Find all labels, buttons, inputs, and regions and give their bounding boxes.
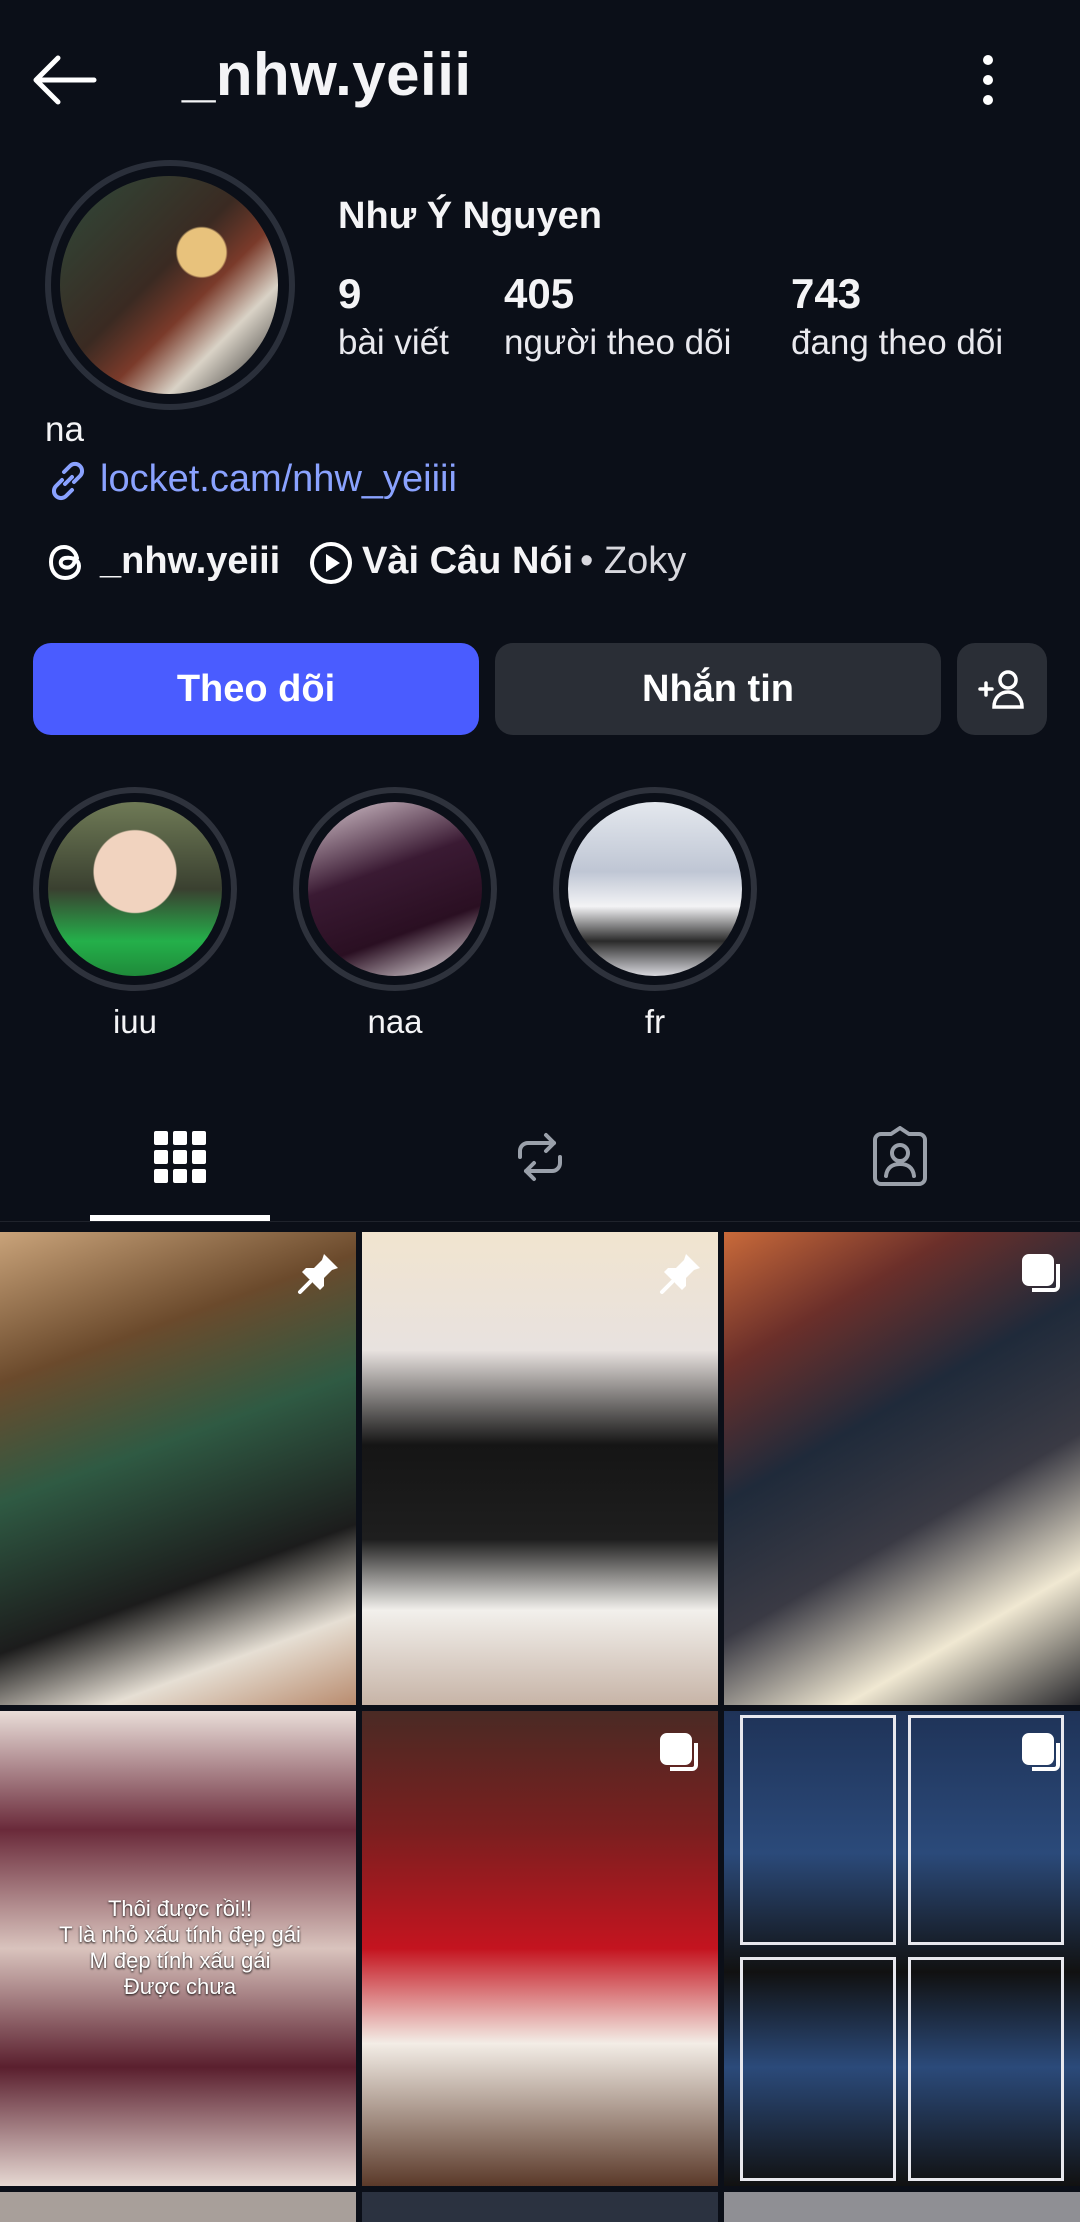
post-caption-overlay: Thôi được rồi!! T là nhỏ xấu tính đẹp gá… xyxy=(59,1896,301,1999)
posts-count[interactable]: 9 xyxy=(338,270,361,318)
highlight-label[interactable]: fr xyxy=(553,1003,757,1041)
threads-icon[interactable] xyxy=(45,538,89,586)
carousel-icon xyxy=(1022,1733,1060,1771)
profile-username: _nhw.yeiii xyxy=(182,41,472,108)
post-thumbnail[interactable] xyxy=(362,2192,718,2222)
pin-icon xyxy=(298,1254,338,1294)
tab-reposts[interactable] xyxy=(480,1112,600,1202)
post-thumbnail[interactable] xyxy=(724,1711,1080,2186)
photo-strip-panel xyxy=(740,1715,896,1945)
repost-icon xyxy=(518,1133,562,1181)
carousel-icon xyxy=(660,1733,698,1771)
post-thumbnail[interactable] xyxy=(0,2192,356,2222)
more-options-icon[interactable] xyxy=(968,48,1008,112)
photo-strip-panel xyxy=(740,1957,896,2181)
grid-icon xyxy=(154,1131,206,1183)
highlight-label[interactable]: iuu xyxy=(33,1003,237,1041)
tagged-person-icon xyxy=(873,1126,927,1186)
bio-text: na xyxy=(45,410,84,449)
suggest-users-button[interactable] xyxy=(957,643,1047,735)
play-icon[interactable] xyxy=(308,540,354,586)
pin-icon xyxy=(660,1254,700,1294)
following-label[interactable]: đang theo dõi xyxy=(791,323,1003,363)
post-thumbnail[interactable] xyxy=(362,1711,718,2186)
followers-label[interactable]: người theo dõi xyxy=(504,323,731,363)
avatar[interactable] xyxy=(60,176,278,394)
tab-posts-grid[interactable] xyxy=(120,1112,240,1202)
music-title[interactable]: Vài Câu Nói xyxy=(362,540,573,583)
posts-label[interactable]: bài viết xyxy=(338,323,449,363)
post-thumbnail[interactable] xyxy=(362,1232,718,1705)
post-thumbnail[interactable] xyxy=(724,2192,1080,2222)
following-count[interactable]: 743 xyxy=(791,270,861,318)
tab-tagged[interactable] xyxy=(840,1112,960,1202)
threads-handle[interactable]: _nhw.yeiii xyxy=(100,540,280,583)
followers-count[interactable]: 405 xyxy=(504,270,574,318)
post-thumbnail[interactable] xyxy=(0,1232,356,1705)
highlight-cover-iuu[interactable] xyxy=(48,802,222,976)
highlight-label[interactable]: naa xyxy=(293,1003,497,1041)
highlight-cover-fr[interactable] xyxy=(568,802,742,976)
carousel-icon xyxy=(1022,1254,1060,1292)
highlight-cover-naa[interactable] xyxy=(308,802,482,976)
back-arrow-icon[interactable] xyxy=(28,50,108,110)
music-artist[interactable]: • Zoky xyxy=(580,540,686,583)
post-thumbnail[interactable]: Thôi được rồi!! T là nhỏ xấu tính đẹp gá… xyxy=(0,1711,356,2186)
add-person-icon xyxy=(978,670,1024,709)
message-button[interactable]: Nhắn tin xyxy=(495,643,941,735)
link-icon xyxy=(45,458,91,504)
photo-strip-panel xyxy=(908,1957,1064,2181)
follow-button[interactable]: Theo dõi xyxy=(33,643,479,735)
post-thumbnail[interactable] xyxy=(724,1232,1080,1705)
bio-link[interactable]: locket.cam/nhw_yeiiii xyxy=(100,458,457,501)
tab-divider xyxy=(0,1221,1080,1222)
display-name: Như Ý Nguyen xyxy=(338,195,602,237)
